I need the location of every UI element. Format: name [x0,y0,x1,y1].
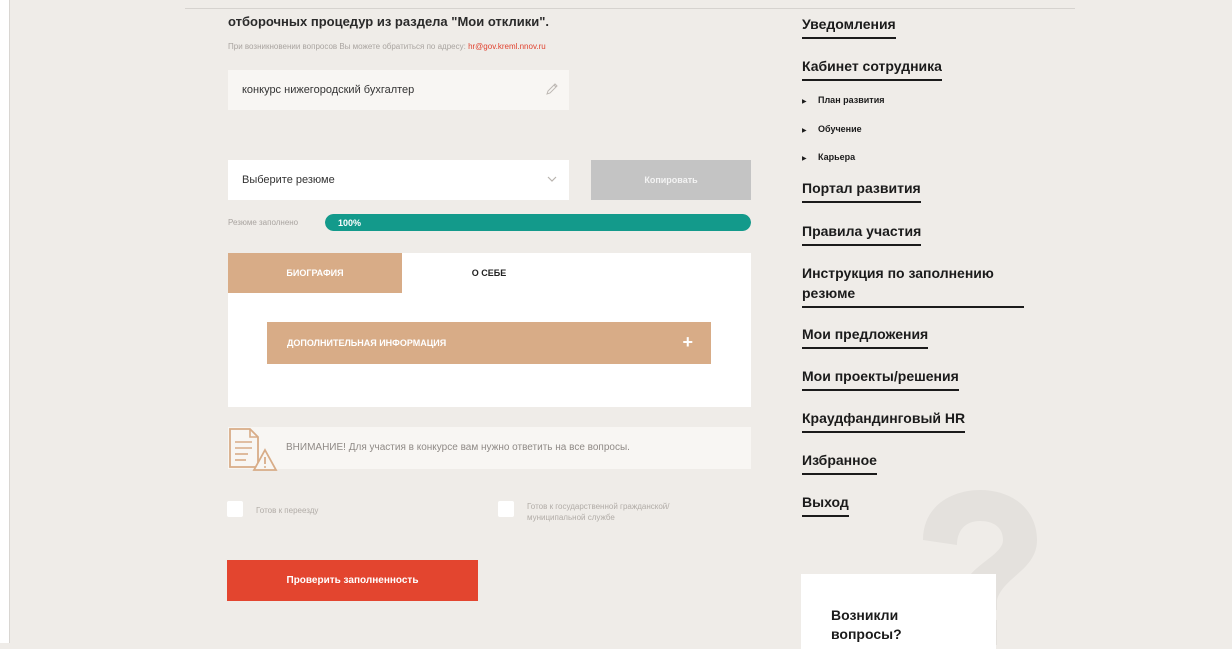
warning-text: ВНИМАНИЕ! Для участия в конкурсе вам нуж… [286,442,630,453]
nav-notifications[interactable]: Уведомления [802,14,896,39]
bullet-icon: ▶ [802,128,807,134]
window-left-edge [0,0,10,643]
help-line-1: Возникли [831,607,899,623]
contact-email-link[interactable]: hr@gov.kreml.nnov.ru [468,42,546,51]
resume-select[interactable]: Выберите резюме [228,160,569,200]
pencil-icon[interactable] [545,82,559,96]
progress-bar [325,214,751,231]
intro-section-name: "Мои отклики" [451,14,546,29]
nav-my-proposals[interactable]: Мои предложения [802,324,929,349]
progress-value: 100% [338,218,362,228]
nav-sub-career[interactable]: ▶ Карьера [802,152,855,162]
nav-crowdfunding-hr[interactable]: Краудфандинговый HR [802,408,966,433]
nav-sub-label: Обучение [818,124,862,134]
additional-info-accordion[interactable]: ДОПОЛНИТЕЛЬНАЯ ИНФОРМАЦИЯ + [267,322,711,364]
contact-note: При возникновении вопросов Вы можете обр… [228,42,546,51]
accordion-label: ДОПОЛНИТЕЛЬНАЯ ИНФОРМАЦИЯ [287,338,447,348]
progress-bar-fill [325,214,751,231]
search-input[interactable] [240,83,534,97]
nav-sub-label: План развития [818,95,885,105]
nav-employee-cabinet[interactable]: Кабинет сотрудника [802,56,942,81]
nav-my-projects[interactable]: Мои проекты/решения [802,366,959,391]
help-card[interactable]: Возникли вопросы? [801,574,996,649]
copy-button[interactable]: Копировать [591,160,751,200]
intro-text-main: отборочных процедур из раздела [228,14,452,29]
tab-biography[interactable]: БИОГРАФИЯ [228,253,402,293]
tabs-panel: БИОГРАФИЯ О СЕБЕ ДОПОЛНИТЕЛЬНАЯ ИНФОРМАЦ… [228,253,751,407]
chevron-down-icon [547,176,557,182]
plus-icon[interactable]: + [682,332,693,352]
nav-logout[interactable]: Выход [802,492,849,517]
warning-banner: ВНИМАНИЕ! Для участия в конкурсе вам нуж… [228,427,751,471]
bullet-icon: ▶ [802,99,807,105]
nav-sub-label: Карьера [818,152,856,162]
resume-select-value: Выберите резюме [242,174,335,186]
bullet-icon: ▶ [802,156,807,162]
nav-development-portal[interactable]: Портал развития [802,178,921,203]
top-divider [185,8,1075,9]
document-warning-icon [229,428,278,471]
nav-resume-instructions[interactable]: Инструкция по заполнению резюме [802,263,1024,308]
contact-note-text: При возникновении вопросов Вы можете обр… [228,42,469,51]
tab-about-me[interactable]: О СЕБЕ [402,253,576,293]
nav-participation-rules[interactable]: Правила участия [802,221,922,246]
progress-label: Резюме заполнено [228,218,299,227]
help-card-title: Возникли вопросы? [831,606,902,644]
relocation-checkbox-label: Готов к переезду [256,506,319,515]
civil-service-checkbox[interactable] [498,501,514,517]
intro-period: . [545,14,550,29]
verify-completeness-button[interactable]: Проверить заполненность [227,560,478,601]
nav-sub-development-plan[interactable]: ▶ План развития [802,95,884,105]
search-field[interactable] [228,70,569,110]
intro-text: отборочных процедур из раздела "Мои откл… [228,14,549,29]
help-line-2: вопросы? [831,626,902,642]
nav-sub-training[interactable]: ▶ Обучение [802,124,862,134]
nav-favorites[interactable]: Избранное [802,450,877,475]
relocation-checkbox[interactable] [227,501,243,517]
civil-service-checkbox-label: Готов к государственной гражданской/муни… [527,502,670,522]
